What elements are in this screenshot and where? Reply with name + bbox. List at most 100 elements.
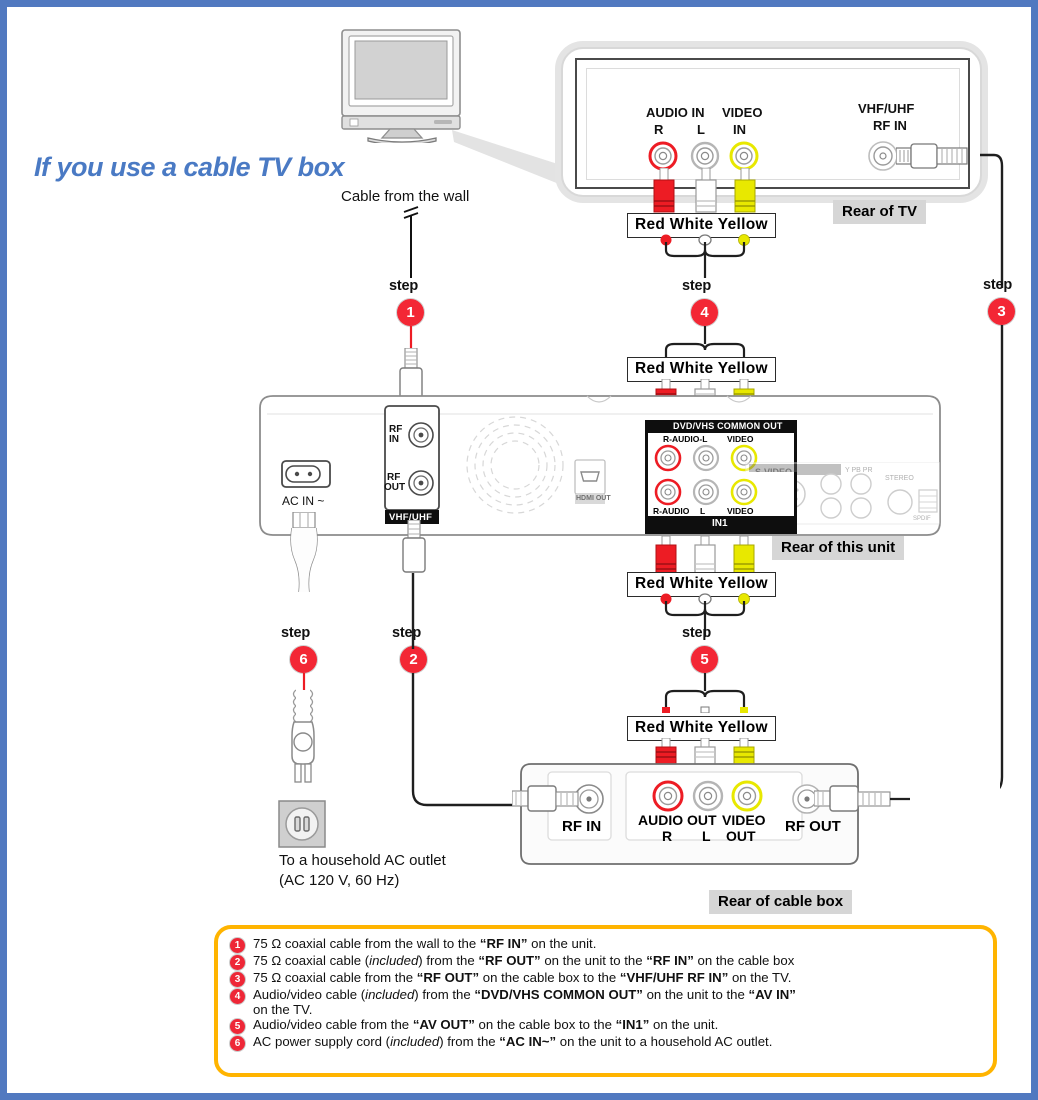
- tv-rf-in-jack: [866, 139, 900, 173]
- step-4-badge: 4: [691, 299, 718, 326]
- step-1-leader: [409, 326, 413, 350]
- tv-red-plug: [653, 168, 675, 214]
- legend-list: 1 75 Ω coaxial cable from the wall to th…: [230, 936, 983, 1052]
- legend-number-badge: 2: [230, 955, 245, 970]
- step-5-word: step: [682, 625, 712, 641]
- step-3-cable-bottom: [1000, 325, 1014, 805]
- legend-item: 5 Audio/video cable from the “AV OUT” on…: [230, 1017, 983, 1035]
- av-cable-tv-yoke: [650, 234, 760, 278]
- legend-number-badge: 1: [230, 938, 245, 953]
- step-5-badge: 5: [691, 646, 718, 673]
- unit-ac-cord-head: [287, 512, 321, 592]
- legend-text: Audio/video cable (included) from the “D…: [253, 987, 796, 1017]
- cablebox-audio-out-r-label: R: [662, 828, 673, 844]
- step-2-badge: 2: [400, 646, 427, 673]
- cablebox-audio-out-label: AUDIO OUT: [638, 812, 717, 828]
- unit-rf-in-jack: [407, 421, 435, 449]
- unit-common-out-audio-r-jack: [654, 444, 682, 472]
- legend-item: 3 75 Ω coaxial cable from the “RF OUT” o…: [230, 970, 983, 987]
- step-6-badge: 6: [290, 646, 317, 673]
- legend-item: 1 75 Ω coaxial cable from the wall to th…: [230, 936, 983, 953]
- cablebox-rf-out-connector: [814, 783, 910, 815]
- unit-in1-audio-l-jack: [692, 478, 720, 506]
- step-2-word: step: [392, 625, 422, 641]
- cablebox-video-out-label-2: OUT: [726, 828, 756, 844]
- step-3-badge: 3: [988, 298, 1015, 325]
- legend-number-badge: 3: [230, 972, 245, 987]
- legend-item: 6 AC power supply cord (included) from t…: [230, 1034, 983, 1052]
- av-cable-yoke-to-cablebox: [650, 673, 760, 713]
- unit-ac-in-label: AC IN ~: [282, 494, 325, 508]
- tv-video-in-label-1: VIDEO: [722, 105, 763, 120]
- tv-video-in-label-2: IN: [733, 122, 746, 137]
- unit-in1-footer-label: IN1: [712, 518, 728, 529]
- step-4-word: step: [682, 278, 712, 294]
- legend-text: AC power supply cord (included) from the…: [253, 1034, 773, 1050]
- legend-text: 75 Ω coaxial cable from the wall to the …: [253, 936, 597, 951]
- rear-of-unit-label: Rear of this unit: [772, 536, 905, 560]
- cablebox-rf-in-label: RF IN: [562, 818, 602, 835]
- svg-text:SPDIF: SPDIF: [913, 516, 931, 522]
- cable-from-wall-label: Cable from the wall: [341, 188, 470, 205]
- unit-rf-in-label-2: IN: [389, 434, 399, 445]
- step-1-badge: 1: [397, 299, 424, 326]
- rear-of-tv-label: Rear of TV: [833, 200, 927, 224]
- unit-in1-video-label: VIDEO: [727, 506, 754, 516]
- in1-red-plug: [655, 536, 677, 576]
- cablebox-video-out-label-1: VIDEO: [722, 812, 766, 828]
- page-title: If you use a cable TV box: [34, 152, 345, 182]
- tv-callout-pointer: [452, 120, 572, 190]
- unit-in1-video-jack: [730, 478, 758, 506]
- svg-text:Y PB PR: Y PB PR: [845, 467, 873, 474]
- legend-box: 1 75 Ω coaxial cable from the wall to th…: [214, 925, 997, 1077]
- unit-rf-out-label-2: OUT: [384, 482, 406, 493]
- ac-power-plug: [272, 688, 334, 786]
- step-2-cable-upper: [411, 573, 415, 649]
- unit-common-out-audio-l-jack: [692, 444, 720, 472]
- unit-ac-in-socket: [280, 458, 336, 492]
- step-3-cable-top: [950, 150, 1010, 290]
- legend-item: 4 Audio/video cable (included) from the …: [230, 987, 983, 1017]
- tv-illustration: [338, 28, 466, 143]
- tv-audio-l-jack: [690, 141, 720, 171]
- tv-rf-in-label-2: RF IN: [873, 118, 907, 133]
- unit-common-out-video-label: VIDEO: [727, 434, 754, 444]
- diagram-canvas: If you use a cable TV box AUDIO IN R L V…: [0, 0, 1038, 1100]
- coax-plug-from-unit-rf-out: [399, 520, 429, 576]
- step-6-word: step: [281, 625, 311, 641]
- tv-audio-in-label: AUDIO IN: [646, 105, 705, 120]
- tv-video-in-jack: [729, 141, 759, 171]
- in1-white-plug: [694, 536, 716, 576]
- tv-rear-panel: [561, 47, 982, 197]
- rear-of-cable-box-label: Rear of cable box: [709, 890, 853, 914]
- legend-text: 75 Ω coaxial cable from the “RF OUT” on …: [253, 970, 792, 985]
- cablebox-audio-out-l-jack: [692, 780, 724, 812]
- ac-outlet-text-line2: (AC 120 V, 60 Hz): [279, 872, 400, 889]
- legend-number-badge: 5: [230, 1019, 245, 1035]
- tv-audio-r-jack: [648, 141, 678, 171]
- unit-vent: [455, 410, 575, 520]
- cablebox-rf-in-connector: [512, 783, 582, 815]
- in1-yellow-plug: [733, 536, 755, 576]
- unit-in1-audio-l-label: L: [700, 506, 706, 516]
- unit-rf-out-jack: [407, 469, 435, 497]
- legend-number-badge: 4: [230, 989, 245, 1004]
- legend-item: 2 75 Ω coaxial cable (included) from the…: [230, 953, 983, 970]
- tv-yellow-plug: [734, 168, 756, 214]
- cablebox-audio-out-l-label: L: [702, 828, 711, 844]
- legend-text: 75 Ω coaxial cable (included) from the “…: [253, 953, 795, 968]
- svg-text:STEREO: STEREO: [885, 475, 914, 482]
- unit-common-out-audio-label: R-AUDIO-L: [663, 434, 708, 444]
- legend-text: Audio/video cable from the “AV OUT” on t…: [253, 1017, 719, 1033]
- ac-wall-outlet: [278, 800, 326, 848]
- unit-hdmi-label: HDMI OUT: [576, 495, 611, 502]
- unit-common-out-header: DVD/VHS COMMON OUT: [673, 421, 783, 431]
- cablebox-rf-out-label: RF OUT: [785, 818, 841, 835]
- step-3-word: step: [983, 277, 1013, 293]
- cablebox-audio-out-r-jack: [652, 780, 684, 812]
- tv-rf-in-label-1: VHF/UHF: [858, 101, 915, 116]
- legend-number-badge: 6: [230, 1036, 245, 1052]
- ac-outlet-text-line1: To a household AC outlet: [279, 852, 446, 869]
- cablebox-video-out-jack: [731, 780, 763, 812]
- tv-audio-l-label: L: [697, 122, 705, 137]
